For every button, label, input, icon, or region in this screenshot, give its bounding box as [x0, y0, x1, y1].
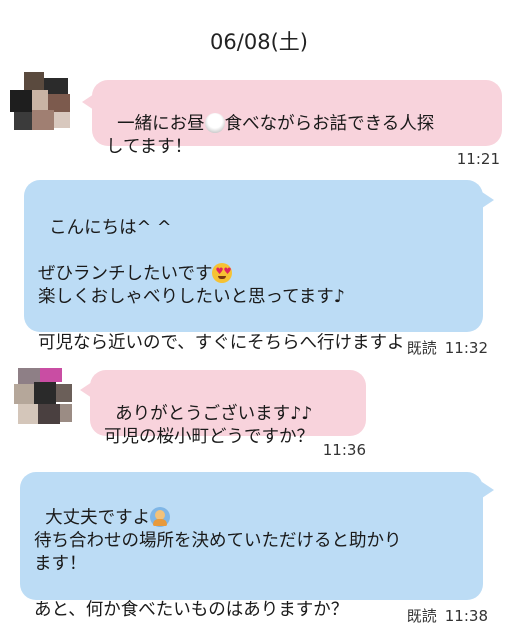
rice-bowl-icon — [204, 113, 225, 133]
bubble-tail — [80, 382, 92, 398]
read-receipt: 既読 — [406, 607, 437, 625]
message-time: 11:38 — [444, 607, 488, 625]
outgoing-message-bubble[interactable]: 大丈夫ですよ 待ち合わせの場所を決めていただけると助かり ます！ あと、何か食べ… — [20, 472, 483, 619]
message-time: 11:32 — [444, 339, 488, 357]
bubble-tail — [482, 192, 494, 208]
bubble-tail — [82, 94, 94, 110]
message-text: 一緒にお昼 — [117, 114, 205, 134]
message-text: ありがとうございます♪♪ 可児の桜小町どうですか？ — [104, 404, 314, 447]
read-receipt: 既読 — [406, 339, 437, 357]
incoming-message-bubble[interactable]: 一緒にお昼 食べながらお話できる人探 してます！ — [92, 80, 502, 157]
incoming-message-bubble[interactable]: ありがとうございます♪♪ 可児の桜小町どうですか？ — [90, 370, 366, 447]
date-header: 06/08(土) — [210, 30, 308, 54]
message-time: 11:36 — [322, 441, 366, 459]
message-text: 待ち合わせの場所を決めていただけると助かり ます！ あと、何か食べたいものはあり… — [34, 531, 402, 620]
message-status: 既読 11:38 — [407, 605, 488, 626]
person-bowing-icon — [150, 507, 171, 527]
message-status: 既読 11:32 — [407, 337, 488, 358]
message-time: 11:21 — [456, 150, 500, 168]
heart-eyes-icon: ♥ ♥ — [212, 263, 233, 283]
avatar[interactable] — [10, 72, 74, 136]
message-text: 大丈夫ですよ — [45, 508, 151, 528]
message-text: こんにちは^ ^ ぜひランチしたいです — [38, 218, 213, 284]
message-text: 楽しくおしゃべりしたいと思ってます♪ 可児なら近いので、すぐにそちらへ行けますよ — [38, 287, 405, 353]
bubble-tail — [482, 482, 494, 498]
outgoing-message-bubble[interactable]: こんにちは^ ^ ぜひランチしたいです ♥ ♥ 楽しくおしゃべりしたいと思ってます♪… — [24, 180, 483, 352]
avatar[interactable] — [14, 368, 78, 432]
